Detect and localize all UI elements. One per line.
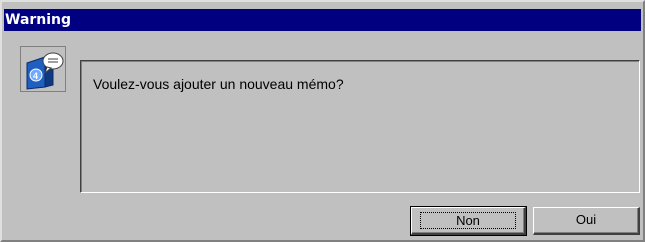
- memo-4d-icon: 4: [20, 46, 66, 92]
- yes-button[interactable]: Oui: [533, 207, 640, 235]
- dialog-window: Warning 4 Voulez-vous ajouter un nouveau…: [0, 0, 645, 242]
- message-text: Voulez-vous ajouter un nouveau mémo?: [93, 76, 344, 92]
- window-title: Warning: [5, 12, 72, 28]
- no-button-label: Non: [420, 212, 516, 229]
- title-bar[interactable]: Warning: [4, 9, 641, 31]
- svg-text:4: 4: [33, 71, 38, 81]
- no-button[interactable]: Non: [410, 206, 527, 236]
- message-panel: Voulez-vous ajouter un nouveau mémo?: [80, 60, 640, 193]
- yes-button-label: Oui: [575, 212, 597, 227]
